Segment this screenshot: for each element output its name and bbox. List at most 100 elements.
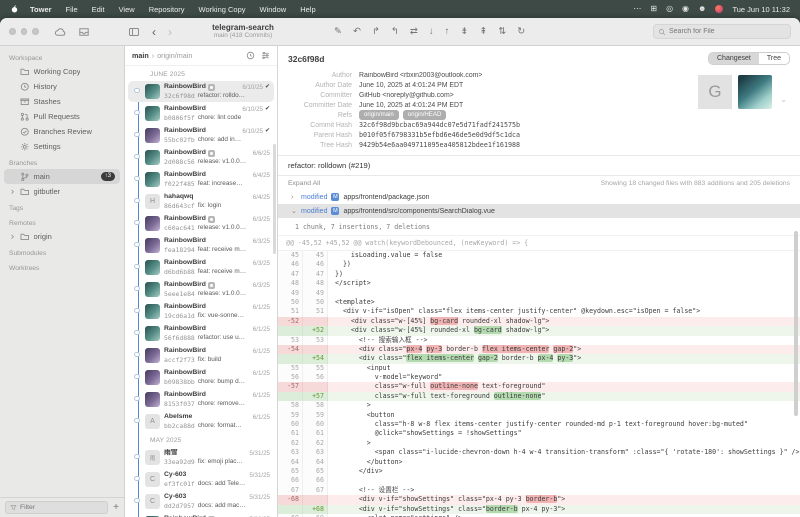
- search-input[interactable]: [669, 28, 786, 35]
- commit-row[interactable]: RainbowBird 6/3/25 d6bd6b88 feat: receive m…: [128, 257, 274, 278]
- commit-author: 雨雪: [164, 449, 178, 457]
- pull-icon[interactable]: ↓: [429, 27, 434, 37]
- menu-item-tower[interactable]: Tower: [23, 5, 59, 14]
- file-row[interactable]: ⌄ modified Mapps/frontend/src/components/S…: [278, 204, 800, 218]
- commit-row[interactable]: RainbowBird 6/10/25 ✔ 55bc02fb chore: add in…: [128, 125, 274, 146]
- commit-row[interactable]: RainbowBird 6/10/25 ✔ 32c6f98d refactor: rol…: [128, 81, 274, 102]
- commit-row[interactable]: C Cy-603 5/31/25 dd2d7957 docs: add mac…: [128, 491, 274, 512]
- chevron-down-icon[interactable]: ⌄: [291, 208, 297, 215]
- commit-row[interactable]: RainbowBird5/28/25ad8e8eebrelease: v1.0.…: [128, 513, 274, 517]
- list-options-icon[interactable]: [261, 51, 270, 60]
- current-branch-label[interactable]: main: [132, 51, 149, 60]
- sidebar-item-pull-requests[interactable]: Pull Requests: [4, 109, 120, 124]
- stage-icon[interactable]: ↱: [372, 27, 380, 37]
- commit-row[interactable]: RainbowBird 6/4/25 f022f485 feat: increase…: [128, 169, 274, 190]
- commit-row[interactable]: RainbowBird 6/10/25 ✔ b0806f5f chore: lint c…: [128, 103, 274, 124]
- menu-item-view[interactable]: View: [112, 5, 142, 14]
- sidebar-item-settings[interactable]: Settings: [4, 139, 120, 154]
- merge-icon[interactable]: ↰: [391, 27, 399, 37]
- back-button[interactable]: ‹: [146, 26, 162, 38]
- sidebar-item-stashes[interactable]: Stashes: [4, 94, 120, 109]
- window-titlebar: ‹ › telegram-search main (418 Commits) ✎…: [0, 18, 800, 46]
- siri-icon[interactable]: [715, 5, 724, 13]
- stash-icon[interactable]: ⇟: [460, 27, 468, 37]
- sidebar-item-working-copy[interactable]: Working Copy: [4, 64, 120, 79]
- cloud-icon[interactable]: [54, 26, 66, 38]
- folder-icon: [20, 187, 30, 197]
- commit-list-scrollbar[interactable]: [273, 144, 276, 254]
- tab-changeset[interactable]: Changeset: [709, 53, 759, 64]
- facetime-icon[interactable]: ◎: [666, 5, 673, 13]
- commit-row[interactable]: RainbowBird 6/1/25 19cd6a1d fix: vue-sonne…: [128, 301, 274, 322]
- discard-icon[interactable]: ↶: [353, 27, 361, 37]
- forward-button[interactable]: ›: [162, 26, 178, 38]
- commit-row[interactable]: RainbowBird 6/1/25 accf2f73 fix: build: [128, 345, 274, 366]
- menu-item-file[interactable]: File: [59, 5, 85, 14]
- display-icon[interactable]: ⊞: [650, 5, 657, 13]
- menu-item-window[interactable]: Window: [253, 5, 294, 14]
- commit-row[interactable]: A AbeIsme 6/1/25 bb2ca88d chore: format…: [128, 411, 274, 432]
- account-icon[interactable]: ☻: [698, 5, 706, 13]
- chevron-right-icon[interactable]: [9, 187, 16, 197]
- diff-line: 50 50 <template>: [278, 297, 800, 308]
- file-row[interactable]: › modified Mapps/frontend/package.json: [278, 190, 800, 204]
- sync-icon[interactable]: ⇄: [410, 27, 418, 37]
- sidebar-item-gitbutler[interactable]: gitbutler: [4, 184, 120, 199]
- filter-input[interactable]: [20, 504, 104, 511]
- sidebar-toggle-icon[interactable]: [128, 26, 140, 38]
- commit-row[interactable]: RainbowBird 6/1/25 56f6d888 refactor: use u…: [128, 323, 274, 344]
- zoom-icon[interactable]: [32, 28, 40, 35]
- compare-icon[interactable]: ⇅: [498, 27, 506, 37]
- history-clock-icon[interactable]: [246, 51, 255, 60]
- sidebar-item-origin[interactable]: origin: [4, 229, 120, 244]
- diff-line: 66 66: [278, 476, 800, 486]
- menu-item-working-copy[interactable]: Working Copy: [192, 5, 253, 14]
- sidebar-item-history[interactable]: History: [4, 79, 120, 94]
- commit-row[interactable]: Hhahaqwq 6/4/25 86d643cf fix: login: [128, 191, 274, 212]
- filter-field[interactable]: [5, 501, 109, 514]
- tray-icon[interactable]: [78, 26, 90, 38]
- menu-item-repository[interactable]: Repository: [142, 5, 192, 14]
- add-repository-button[interactable]: +: [113, 502, 119, 513]
- commit-row[interactable]: C Cy-603 5/31/25 ef3fc01f docs: add Tele…: [128, 469, 274, 490]
- close-icon[interactable]: [9, 28, 16, 35]
- ellipsis-icon[interactable]: ⋯: [633, 5, 641, 13]
- menu-item-edit[interactable]: Edit: [85, 5, 112, 14]
- expand-all-button[interactable]: Expand All: [288, 180, 320, 187]
- chevron-right-icon[interactable]: [9, 232, 16, 242]
- graph-node-icon: [134, 395, 140, 401]
- commit-row[interactable]: RainbowBird 6/3/25 fea18294 feat: receive m…: [128, 235, 274, 256]
- commit-row[interactable]: 雨雨雪 5/31/25 33ea92d9 fix: emoji plac…: [128, 447, 274, 468]
- commit-author: RainbowBird: [164, 171, 206, 179]
- review-icon: [20, 127, 30, 137]
- commit-row[interactable]: RainbowBird 6/1/25 8153f037 chore: remove…: [128, 389, 274, 410]
- old-line-number: -68: [278, 495, 303, 505]
- commit-row[interactable]: RainbowBird 6/1/25 b09838bb chore: bump d…: [128, 367, 274, 388]
- sidebar-item-branches-review[interactable]: Branches Review: [4, 124, 120, 139]
- refresh-icon[interactable]: ↻: [517, 27, 525, 37]
- file-search-field[interactable]: [653, 24, 791, 39]
- commit-date: 6/10/25: [242, 127, 263, 135]
- commit-row[interactable]: RainbowBird 6/3/25 5eee1e84 release: v1.0.0…: [128, 279, 274, 300]
- menu-item-help[interactable]: Help: [293, 5, 322, 14]
- chevron-right-icon[interactable]: ›: [291, 194, 297, 201]
- commit-icon[interactable]: ✎: [334, 27, 342, 37]
- diff-scrollbar[interactable]: [794, 231, 798, 416]
- location-icon[interactable]: ◉: [682, 5, 689, 13]
- tab-tree[interactable]: Tree: [759, 53, 789, 64]
- minimize-icon[interactable]: [20, 28, 28, 35]
- new-line-number: 66: [303, 476, 328, 486]
- upstream-label[interactable]: origin/main: [157, 51, 192, 60]
- sidebar-item-main[interactable]: main ↑3: [4, 169, 120, 184]
- commit-hash: bb2ca88d: [164, 421, 195, 430]
- meta-label: Committer: [320, 91, 352, 99]
- commit-row[interactable]: RainbowBird 6/6/25 2d088c56 release: v1.0.0…: [128, 147, 274, 168]
- menubar-clock[interactable]: Tue Jun 10 11:32: [732, 5, 790, 14]
- traffic-lights[interactable]: [0, 28, 48, 35]
- apple-menu-icon[interactable]: [10, 4, 19, 14]
- stash-pop-icon[interactable]: ⇞: [479, 27, 487, 37]
- commit-row[interactable]: RainbowBird 6/3/25 c60ac641 release: v1.0.0…: [128, 213, 274, 234]
- file-path: apps/frontend/package.json: [343, 193, 430, 201]
- push-icon[interactable]: ↑: [445, 27, 450, 37]
- chevron-down-icon[interactable]: ⌄: [780, 95, 787, 104]
